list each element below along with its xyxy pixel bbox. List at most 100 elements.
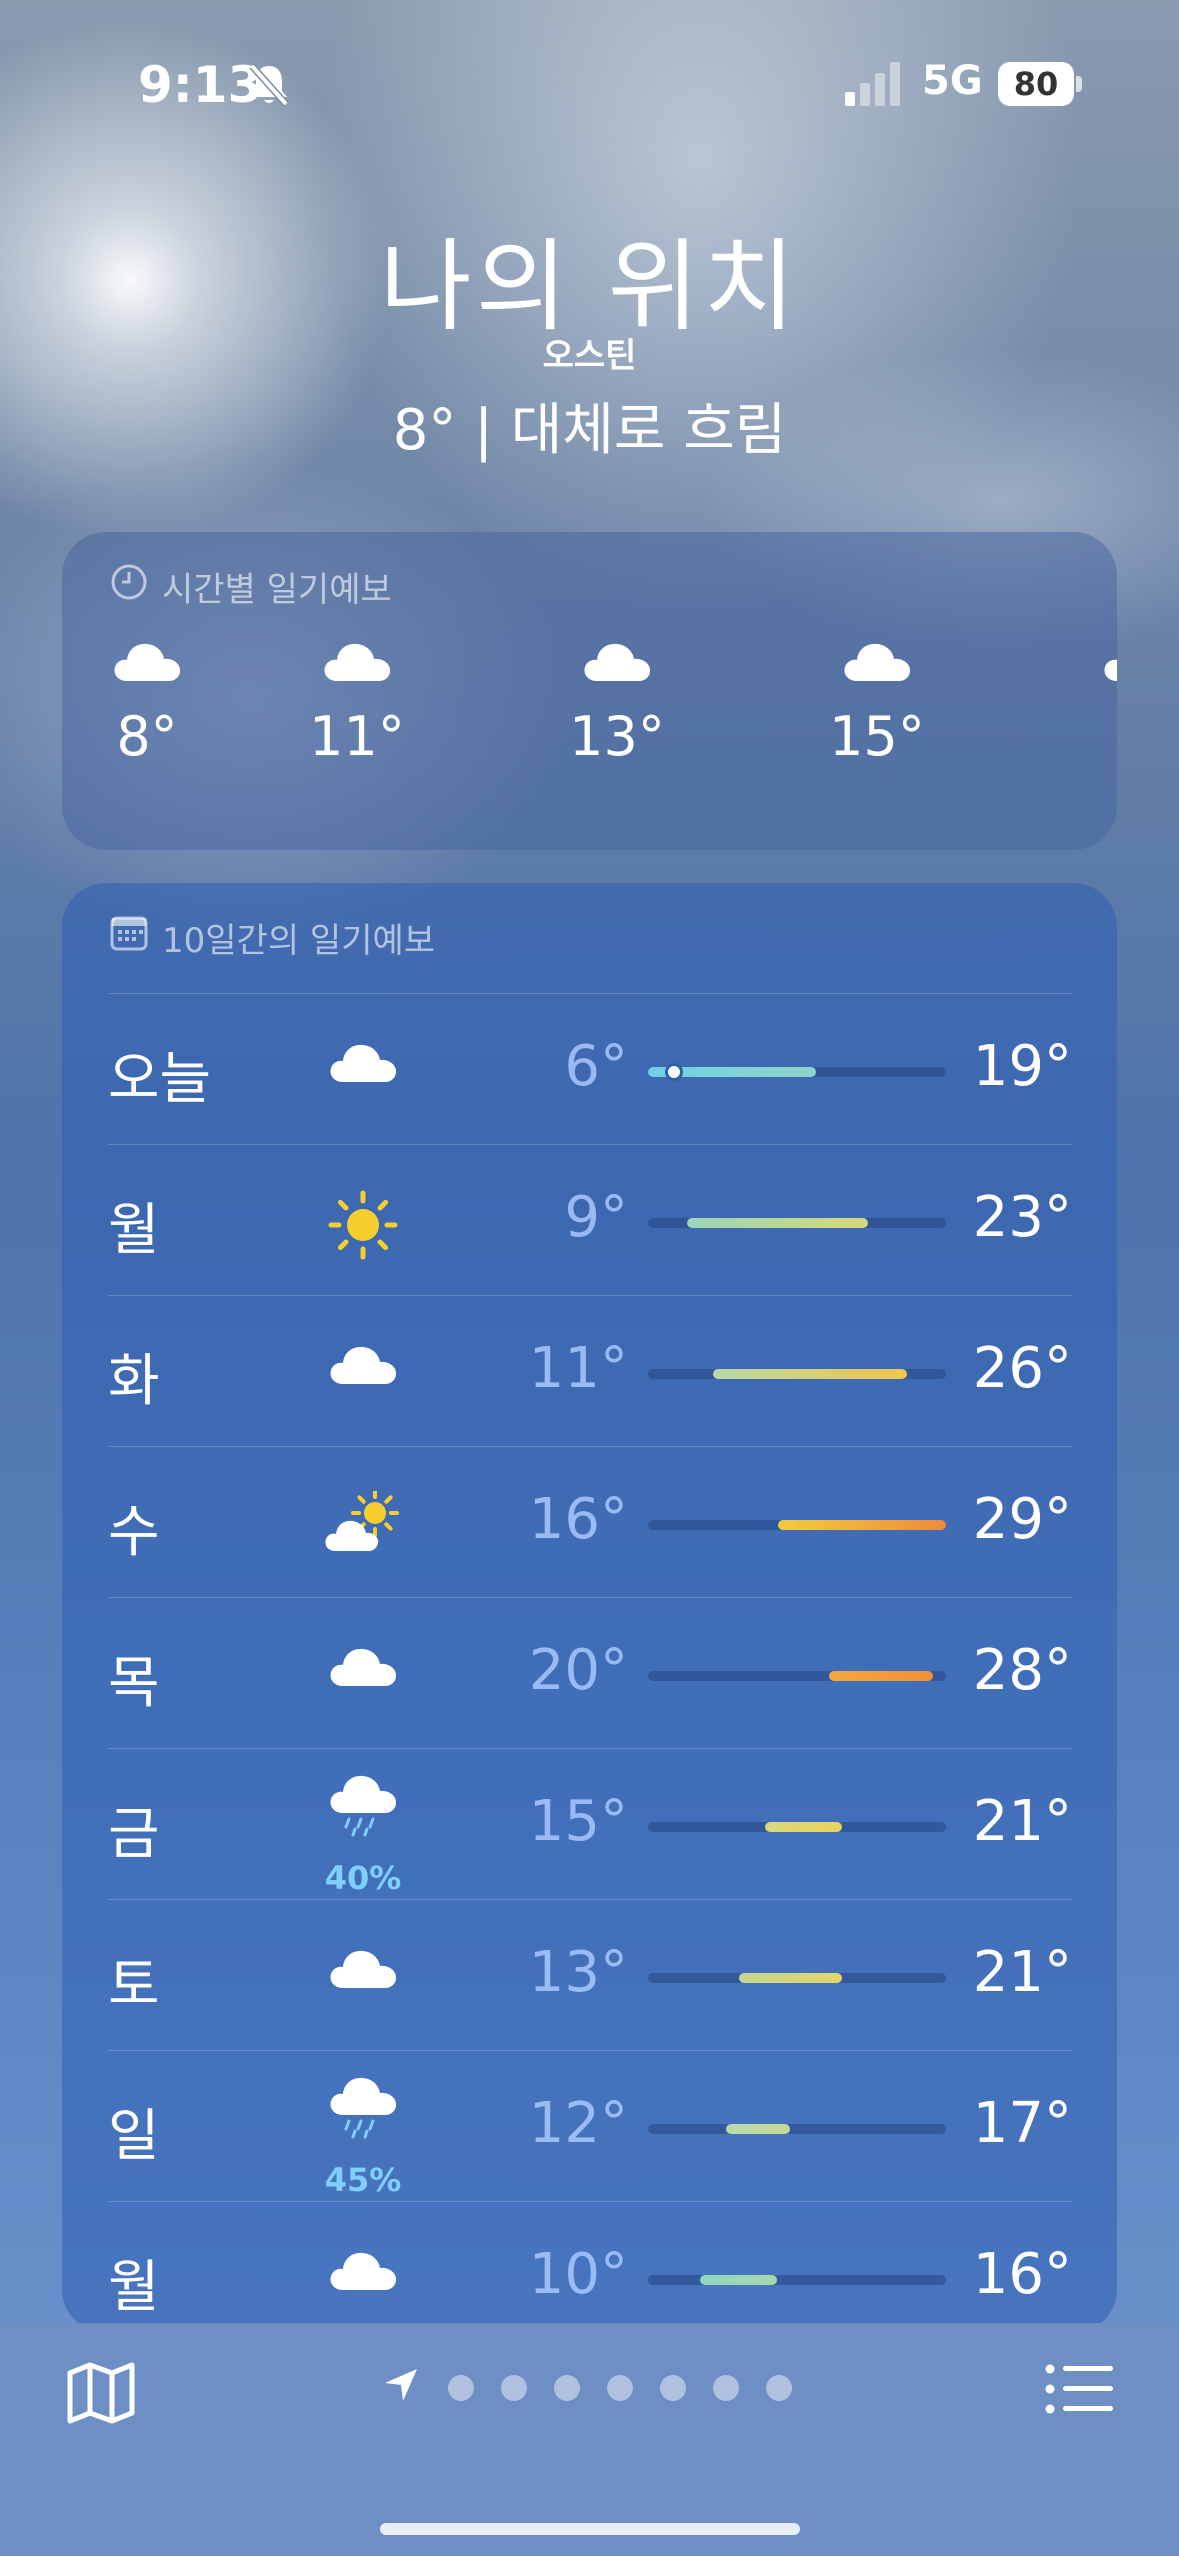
low-temp: 15° <box>528 1789 628 1854</box>
status-bar: 9:13 5G 80 <box>0 0 1179 150</box>
daily-row[interactable]: 일 45% 12° 17° <box>108 2050 1072 2202</box>
bottom-toolbar <box>0 2323 1179 2556</box>
daily-row[interactable]: 월 10° 16° <box>108 2201 1072 2333</box>
rain-icon <box>318 1773 408 1841</box>
day-label: 월 <box>108 2255 160 2320</box>
low-temp: 13° <box>528 1940 628 2005</box>
low-temp: 6° <box>564 1034 628 1099</box>
page-dot[interactable] <box>501 2375 527 2401</box>
day-label: 수 <box>108 1500 160 1565</box>
low-temp: 12° <box>528 2091 628 2156</box>
hourly-heading: 시간별 일기예보 <box>110 562 392 611</box>
temp-range-bar <box>648 1218 946 1228</box>
sun-icon <box>318 1189 408 1265</box>
day-label: 오늘 <box>108 1047 212 1112</box>
temp-range-fill <box>738 1973 843 1983</box>
hourly-temp: 11° <box>309 705 405 768</box>
cloud-icon <box>318 1642 408 1692</box>
location-arrow-icon[interactable] <box>383 2367 419 2407</box>
temp-range-bar <box>648 2275 946 2285</box>
cloud-icon <box>802 637 952 687</box>
hourly-temp: 1 <box>1062 705 1117 768</box>
day-label: 일 <box>108 2104 160 2169</box>
cloud-icon <box>318 1944 408 1994</box>
high-temp: 19° <box>972 1034 1072 1099</box>
day-label: 토 <box>108 1953 160 2018</box>
low-temp: 11° <box>528 1336 628 1401</box>
high-temp: 29° <box>972 1487 1072 1552</box>
bell-slash-icon <box>248 62 290 112</box>
sky-background <box>0 0 1179 1000</box>
hourly-heading-label: 시간별 일기예보 <box>162 570 392 610</box>
page-dot[interactable] <box>448 2375 474 2401</box>
clock-icon <box>110 563 148 610</box>
hourly-forecast-card[interactable]: 시간별 일기예보 8° 11° 13° 15° 1 <box>62 532 1117 850</box>
page-dot[interactable] <box>554 2375 580 2401</box>
daily-heading-label: 10일간의 일기예보 <box>162 921 436 961</box>
day-label: 화 <box>108 1349 160 1414</box>
list-icon[interactable] <box>1045 2363 1113 2419</box>
precip-chance: 40% <box>324 1859 402 1897</box>
low-temp: 9° <box>564 1185 628 1250</box>
status-time: 9:13 <box>138 56 263 114</box>
temp-range-bar <box>648 1063 946 1081</box>
home-indicator <box>380 2523 800 2535</box>
high-temp: 16° <box>972 2242 1072 2307</box>
cloud-icon <box>318 1038 408 1088</box>
temp-range-fill <box>764 1822 843 1832</box>
map-icon[interactable] <box>66 2361 136 2429</box>
calendar-icon <box>110 915 148 960</box>
network-label: 5G <box>922 58 983 104</box>
cloud-icon <box>542 637 692 687</box>
current-temp-dot <box>664 1063 683 1081</box>
high-temp: 26° <box>972 1336 1072 1401</box>
temp-range-bar <box>648 2124 946 2134</box>
day-label: 금 <box>108 1802 160 1867</box>
page-dot[interactable] <box>660 2375 686 2401</box>
temp-range-fill <box>829 1671 934 1681</box>
high-temp: 23° <box>972 1185 1072 1250</box>
hourly-item: 8° <box>72 637 222 768</box>
current-condition: 8° | 대체로 흐림 <box>392 398 787 463</box>
temp-range-fill <box>712 1369 908 1379</box>
daily-row[interactable]: 월 9° 23° <box>108 1144 1072 1296</box>
location-city: 오스틴 <box>542 336 637 376</box>
cloud-icon <box>1062 637 1117 687</box>
low-temp: 20° <box>528 1638 628 1703</box>
temp-range-fill <box>777 1520 946 1530</box>
page-dot[interactable] <box>713 2375 739 2401</box>
hourly-item: 15° <box>802 637 952 768</box>
rain-icon <box>318 2075 408 2143</box>
temp-range-fill <box>699 2275 778 2285</box>
cloud-icon <box>318 1340 408 1390</box>
cloud-icon <box>72 637 222 687</box>
temp-range-bar <box>648 1973 946 1983</box>
daily-row[interactable]: 금 40% 15° 21° <box>108 1748 1072 1900</box>
daily-forecast-card[interactable]: 10일간의 일기예보 오늘 6° 19° 월 9° 23° 화 11° 26° 수 16° 29° 목 2… <box>62 883 1117 2333</box>
battery-tip <box>1076 76 1082 92</box>
daily-row[interactable]: 오늘 6° 19° <box>108 993 1072 1145</box>
daily-row[interactable]: 화 11° 26° <box>108 1295 1072 1447</box>
temp-range-bar <box>648 1369 946 1379</box>
day-label: 목 <box>108 1651 160 1716</box>
high-temp: 21° <box>972 1789 1072 1854</box>
page-dot[interactable] <box>607 2375 633 2401</box>
daily-heading: 10일간의 일기예보 <box>110 913 435 962</box>
low-temp: 16° <box>528 1487 628 1552</box>
page-dot[interactable] <box>766 2375 792 2401</box>
hourly-temp: 15° <box>829 705 925 768</box>
daily-row[interactable]: 목 20° 28° <box>108 1597 1072 1749</box>
temp-range-bar <box>648 1520 946 1530</box>
cloud-icon <box>318 2246 408 2296</box>
daily-row[interactable]: 토 13° 21° <box>108 1899 1072 2051</box>
daily-row[interactable]: 수 16° 29° <box>108 1446 1072 1598</box>
day-label: 월 <box>108 1198 160 1263</box>
battery-indicator: 80 <box>998 62 1074 106</box>
hourly-item: 11° <box>282 637 432 768</box>
signal-icon <box>845 62 905 110</box>
temp-range-bar <box>648 1822 946 1832</box>
cloud-icon <box>282 637 432 687</box>
hourly-item: 1 <box>1062 637 1117 768</box>
partly-sunny-icon <box>318 1489 408 1559</box>
hourly-temp: 13° <box>569 705 665 768</box>
